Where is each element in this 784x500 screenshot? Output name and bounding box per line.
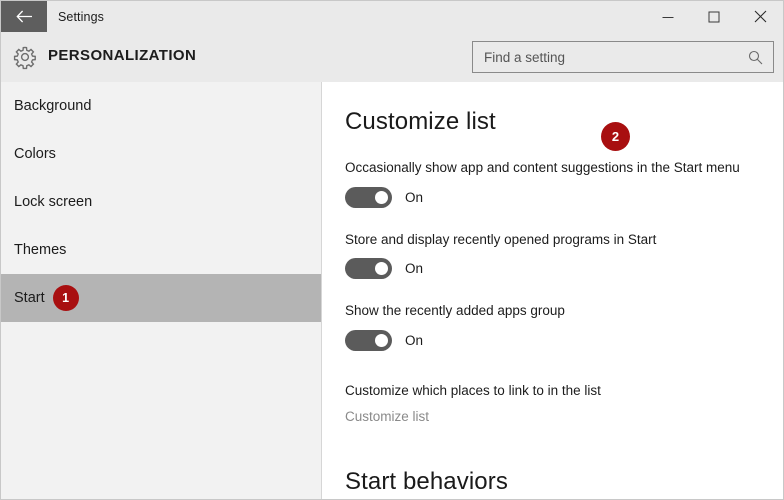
gear-icon	[9, 41, 41, 73]
page-title: PERSONALIZATION	[48, 47, 197, 64]
maximize-button[interactable]	[691, 1, 737, 32]
sidebar-item-label: Start	[14, 290, 45, 306]
setting-row-recently-added: On	[345, 329, 783, 351]
title-bar: Settings	[1, 1, 783, 32]
toggle-state-recently-added: On	[405, 332, 424, 348]
sidebar-item-themes[interactable]: Themes	[1, 226, 321, 274]
step-badge-1: 1	[52, 285, 79, 311]
toggle-suggestions[interactable]	[345, 186, 392, 208]
sidebar-item-background[interactable]: Background	[1, 82, 321, 130]
sidebar-item-label: Themes	[14, 242, 67, 258]
setting-row-suggestions: On	[345, 186, 783, 208]
back-arrow-icon	[15, 10, 32, 23]
section-heading-text: Customize list	[345, 108, 496, 135]
close-icon	[754, 10, 766, 23]
step-badge-2: 2	[601, 122, 630, 151]
page-header: PERSONALIZATION	[1, 32, 783, 82]
toggle-state-suggestions: On	[405, 189, 424, 205]
toggle-recent-programs[interactable]	[345, 258, 392, 280]
minimize-button[interactable]	[645, 1, 691, 32]
setting-label-recently-added: Show the recently added apps group	[345, 303, 565, 319]
setting-label-places: Customize which places to link to in the…	[345, 382, 601, 398]
section-heading-customize-list: Customize list 2	[345, 108, 783, 151]
sidebar-item-start[interactable]: Start 1	[1, 274, 321, 322]
settings-window: Settings PERSONALIZATION Find a setting …	[0, 0, 784, 500]
setting-label-recent-programs: Store and display recently opened progra…	[345, 231, 657, 247]
maximize-icon	[708, 11, 720, 22]
toggle-recently-added[interactable]	[345, 329, 392, 351]
sidebar-item-label: Colors	[14, 146, 56, 162]
customize-list-link[interactable]: Customize list	[345, 409, 783, 424]
setting-row-recent-programs: On	[345, 258, 783, 280]
content-pane: Customize list 2 Occasionally show app a…	[323, 82, 783, 499]
section-heading-start-behaviors: Start behaviors	[345, 468, 783, 496]
search-box[interactable]	[472, 41, 774, 73]
search-icon[interactable]	[748, 50, 773, 65]
toggle-knob	[375, 333, 388, 347]
sidebar-item-lock-screen[interactable]: Lock screen	[1, 178, 321, 226]
window-title: Settings	[58, 9, 104, 24]
toggle-knob	[375, 190, 388, 204]
sidebar-item-label: Lock screen	[14, 194, 93, 210]
back-button[interactable]	[1, 1, 47, 32]
toggle-state-recent-programs: On	[405, 261, 424, 277]
toggle-knob	[375, 262, 388, 276]
window-controls	[645, 1, 783, 32]
section-heading-text: Start behaviors	[345, 468, 508, 496]
close-button[interactable]	[737, 1, 783, 32]
sidebar-item-colors[interactable]: Colors	[1, 130, 321, 178]
search-input[interactable]	[473, 42, 748, 72]
sidebar-item-label: Background	[14, 98, 92, 114]
sidebar: Background Colors Lock screen Themes Sta…	[1, 82, 322, 499]
minimize-icon	[662, 16, 674, 18]
setting-label-suggestions: Occasionally show app and content sugges…	[345, 160, 740, 175]
